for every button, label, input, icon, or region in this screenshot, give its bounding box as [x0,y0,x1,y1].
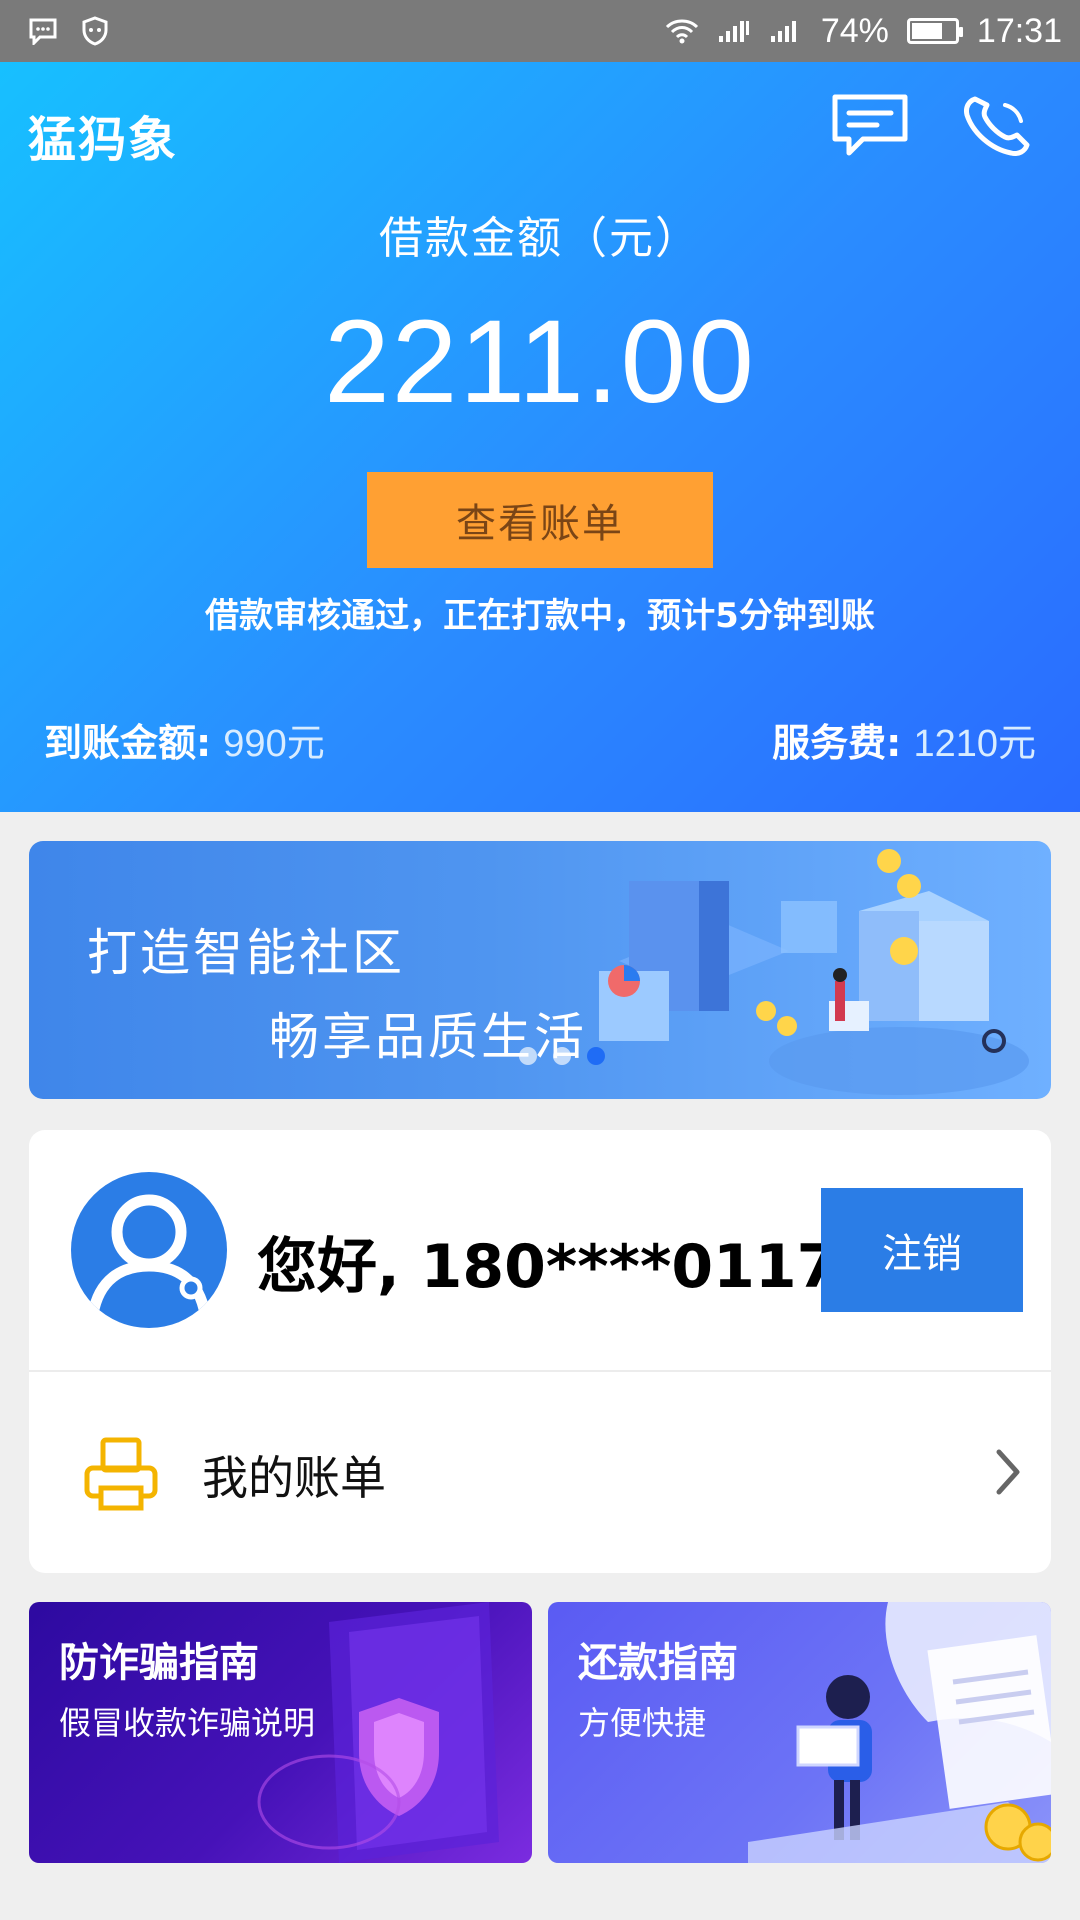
phone-icon[interactable] [958,90,1038,160]
brand-logo: 猛犸象 [28,112,179,168]
anti-fraud-guide-title: 防诈骗指南 [59,1640,259,1686]
status-bar: 74% 17:31 [0,0,1080,62]
loan-status-notice: 借款审核通过，正在打款中，预计5分钟到账 [205,596,875,636]
user-icon [87,1194,211,1316]
clock: 17:31 [976,11,1062,50]
received-amount: 到账金额: 990元 [44,712,325,767]
battery-icon [906,18,963,44]
signal-icon [769,14,803,48]
loan-amount-value: 2211.00 [324,296,756,428]
wifi-icon [665,14,699,48]
carousel-dot[interactable] [519,1047,537,1065]
anti-fraud-guide-subtitle: 假冒收款诈骗说明 [59,1704,316,1742]
printer-icon [81,1434,161,1514]
user-card: 您好, 180****0117 注销 我的账单 [29,1130,1051,1573]
banner-headline: 打造智能社区 [87,924,405,982]
logout-button[interactable]: 注销 [821,1188,1023,1312]
status-right: 74% 17:31 [665,12,1062,51]
battery-percent: 74% [820,11,889,50]
received-amount-value: 990元 [223,723,325,765]
repayment-guide-card[interactable]: 还款指南 方便快捷 [548,1602,1051,1863]
my-bills-row[interactable]: 我的账单 [29,1372,1051,1573]
user-greeting: 您好, 180****0117 [257,1232,839,1302]
service-fee-value: 1210元 [913,723,1036,765]
signal-icon [717,14,751,48]
carousel-dot[interactable] [553,1047,571,1065]
status-left [26,14,112,48]
loan-amount-label: 借款金额（元） [379,213,701,264]
message-notification-icon [26,14,60,48]
my-bills-label: 我的账单 [202,1451,386,1505]
avatar [71,1172,227,1328]
received-amount-label: 到账金额: [44,721,212,765]
carousel-dot-active[interactable] [587,1047,605,1065]
chat-icon[interactable] [830,90,910,160]
shield-icon [78,14,112,48]
view-bill-button[interactable]: 查看账单 [367,472,713,568]
service-fee: 服务费: 1210元 [772,712,1036,767]
promo-banner[interactable]: 打造智能社区 畅享品质生活 [29,841,1051,1099]
carousel-indicators[interactable] [519,1047,605,1065]
loan-header: 猛犸象 借款金额（元） 2211.00 查看账单 借款审核通过，正在打款中，预计… [0,62,1080,812]
service-fee-label: 服务费: [772,721,902,765]
repayment-guide-subtitle: 方便快捷 [578,1704,707,1742]
chevron-right-icon [989,1444,1029,1500]
anti-fraud-guide-card[interactable]: 防诈骗指南 假冒收款诈骗说明 [29,1602,532,1863]
repayment-guide-title: 还款指南 [578,1640,738,1686]
